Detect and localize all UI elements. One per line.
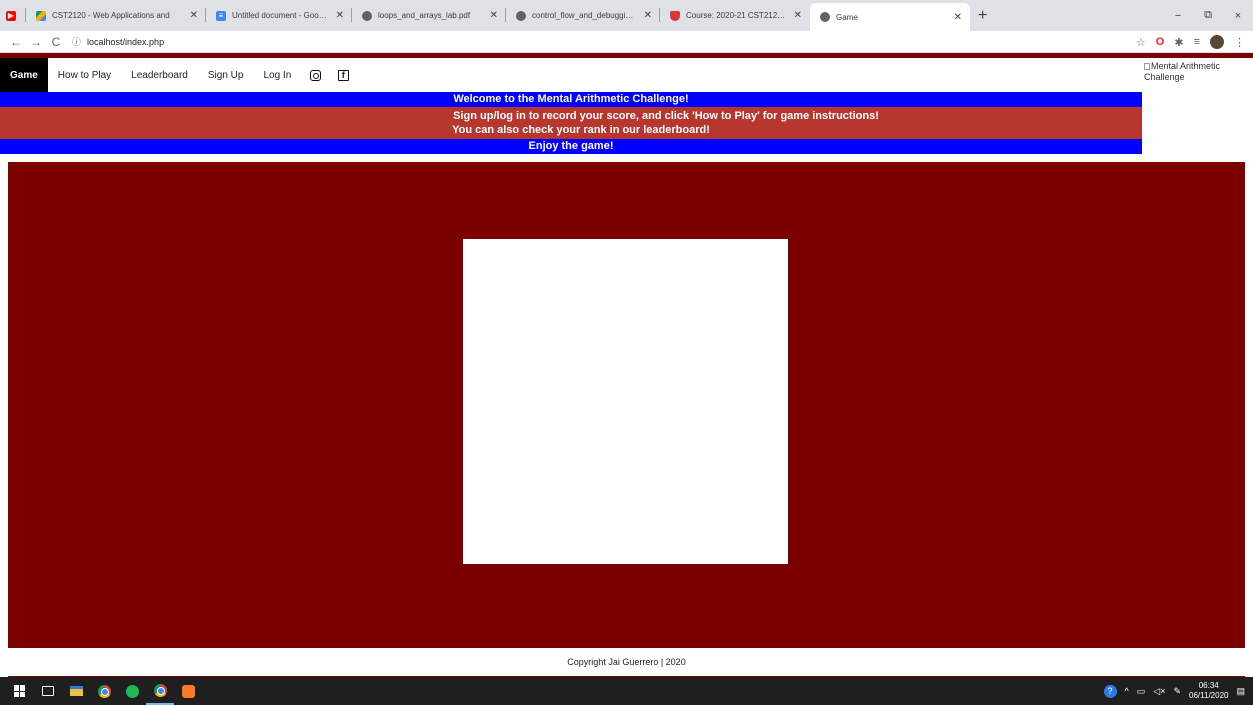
close-tab-icon[interactable]: ✕ [336,10,344,21]
tab-control-flow-and-debugging[interactable]: control_flow_and_debugging.pdf ✕ [506,0,660,31]
google-docs-icon: ≡ [216,10,226,21]
spotify-icon[interactable] [118,677,146,705]
instagram-icon[interactable] [307,58,323,92]
nav-game[interactable]: Game [0,58,48,92]
tab-title: Game [836,12,858,22]
file-explorer-icon[interactable] [62,677,90,705]
game-area [8,162,1245,648]
clock-date: 06/11/2020 [1189,691,1229,700]
browser-extensions: ☆ O ✱ ≡ ⋮ [1136,31,1245,53]
rank-hint: You can also check your rank in our lead… [452,124,710,136]
tab-course-cst2120[interactable]: Course: 2020-21 CST2120 Web A ✕ [660,0,810,31]
tab-title: Untitled document - Google Doc [232,11,330,20]
opera-icon[interactable]: O [1156,36,1165,48]
restore-button[interactable]: ⧉ [1193,9,1223,22]
volume-icon[interactable]: ◁× [1153,686,1165,697]
windows-taskbar: ? ^ ▭ ◁× ✎ 06:34 06/11/2020 ▤ [0,677,1253,705]
banner-image-broken: Mental Arithmetic Challenge [1142,58,1253,162]
close-tab-icon[interactable]: ✕ [644,10,652,21]
chevron-up-icon[interactable]: ^ [1125,686,1129,696]
nav-leaderboard[interactable]: Leaderboard [121,58,198,92]
pen-icon[interactable]: ✎ [1173,686,1181,697]
address-text: localhost/index.php [87,36,165,47]
google-drive-icon [36,10,46,21]
instructions-message: Sign up/log in to record your score, and… [0,107,1142,139]
globe-icon [362,10,372,21]
close-tab-icon[interactable]: ✕ [794,10,802,21]
minimize-button[interactable]: − [1163,10,1193,22]
notifications-icon[interactable]: ▤ [1236,686,1245,697]
site-info-icon[interactable]: ⓘ [72,35,81,48]
tab-loops-and-arrays-lab[interactable]: loops_and_arrays_lab.pdf ✕ [352,0,506,31]
system-clock[interactable]: 06:34 06/11/2020 [1189,681,1228,701]
chrome-icon[interactable] [90,677,118,705]
middlesex-shield-icon [670,10,680,21]
profile-avatar[interactable] [1210,35,1224,49]
tab-youtube[interactable]: ▶ [0,0,26,31]
game-canvas[interactable] [463,239,788,564]
globe-icon [516,10,526,21]
back-arrow-icon[interactable]: ← [6,35,26,49]
windows-start-icon[interactable] [6,677,34,705]
tab-game[interactable]: Game ✕ [810,3,970,31]
globe-icon [820,12,830,22]
close-tab-icon[interactable]: ✕ [490,10,498,21]
tab-title: Course: 2020-21 CST2120 Web A [686,11,788,20]
menu-dots-icon[interactable]: ⋮ [1234,36,1245,49]
new-tab-button[interactable]: + [970,0,995,31]
system-tray: ? ^ ▭ ◁× ✎ 06:34 06/11/2020 ▤ [1103,677,1253,705]
close-tab-icon[interactable]: ✕ [190,10,198,21]
signup-hint: Sign up/log in to record your score, and… [453,110,879,122]
extensions-puzzle-icon[interactable]: ✱ [1174,36,1183,49]
reload-icon[interactable]: C [46,35,66,49]
forward-arrow-icon[interactable]: → [26,35,46,49]
media-queue-icon[interactable]: ≡ [1194,36,1200,48]
youtube-icon: ▶ [6,10,16,21]
window-controls: − ⧉ × [1163,0,1253,31]
footer-copyright: Copyright Jai Guerrero | 2020 [0,648,1253,676]
help-icon[interactable]: ? [1103,684,1117,698]
nav-how-to-play[interactable]: How to Play [48,58,121,92]
chrome-active-icon[interactable] [146,677,174,705]
task-view-icon[interactable] [34,677,62,705]
bookmark-star-icon[interactable]: ☆ [1136,36,1146,49]
network-icon[interactable]: ▭ [1137,686,1146,697]
tab-untitled-document[interactable]: ≡ Untitled document - Google Doc ✕ [206,0,352,31]
tab-title: CST2120 - Web Applications and [52,11,170,20]
close-window-button[interactable]: × [1223,10,1253,22]
enjoy-message: Enjoy the game! [0,139,1142,154]
site-navbar: Game How to Play Leaderboard Sign Up Log… [0,58,1142,92]
clock-time: 06:34 [1198,681,1219,690]
browser-tab-strip: ▶ CST2120 - Web Applications and ✕ ≡ Unt… [0,0,1253,31]
xampp-icon[interactable] [174,677,202,705]
tab-title: control_flow_and_debugging.pdf [532,11,638,20]
address-bar[interactable]: ⓘ localhost/index.php [72,35,164,48]
welcome-message: Welcome to the Mental Arithmetic Challen… [0,92,1142,107]
page-viewport: Game How to Play Leaderboard Sign Up Log… [0,53,1253,679]
browser-toolbar: ← → C ⓘ localhost/index.php ☆ O ✱ ≡ ⋮ [0,31,1253,53]
facebook-icon[interactable]: f [335,58,351,92]
broken-image-icon [1144,63,1150,71]
nav-log-in[interactable]: Log In [253,58,301,92]
banner-alt-text: Mental Arithmetic Challenge [1144,61,1221,82]
tab-cst2120-web-applications[interactable]: CST2120 - Web Applications and ✕ [26,0,206,31]
close-tab-icon[interactable]: ✕ [954,12,962,23]
nav-sign-up[interactable]: Sign Up [198,58,254,92]
tab-title: loops_and_arrays_lab.pdf [378,11,471,20]
